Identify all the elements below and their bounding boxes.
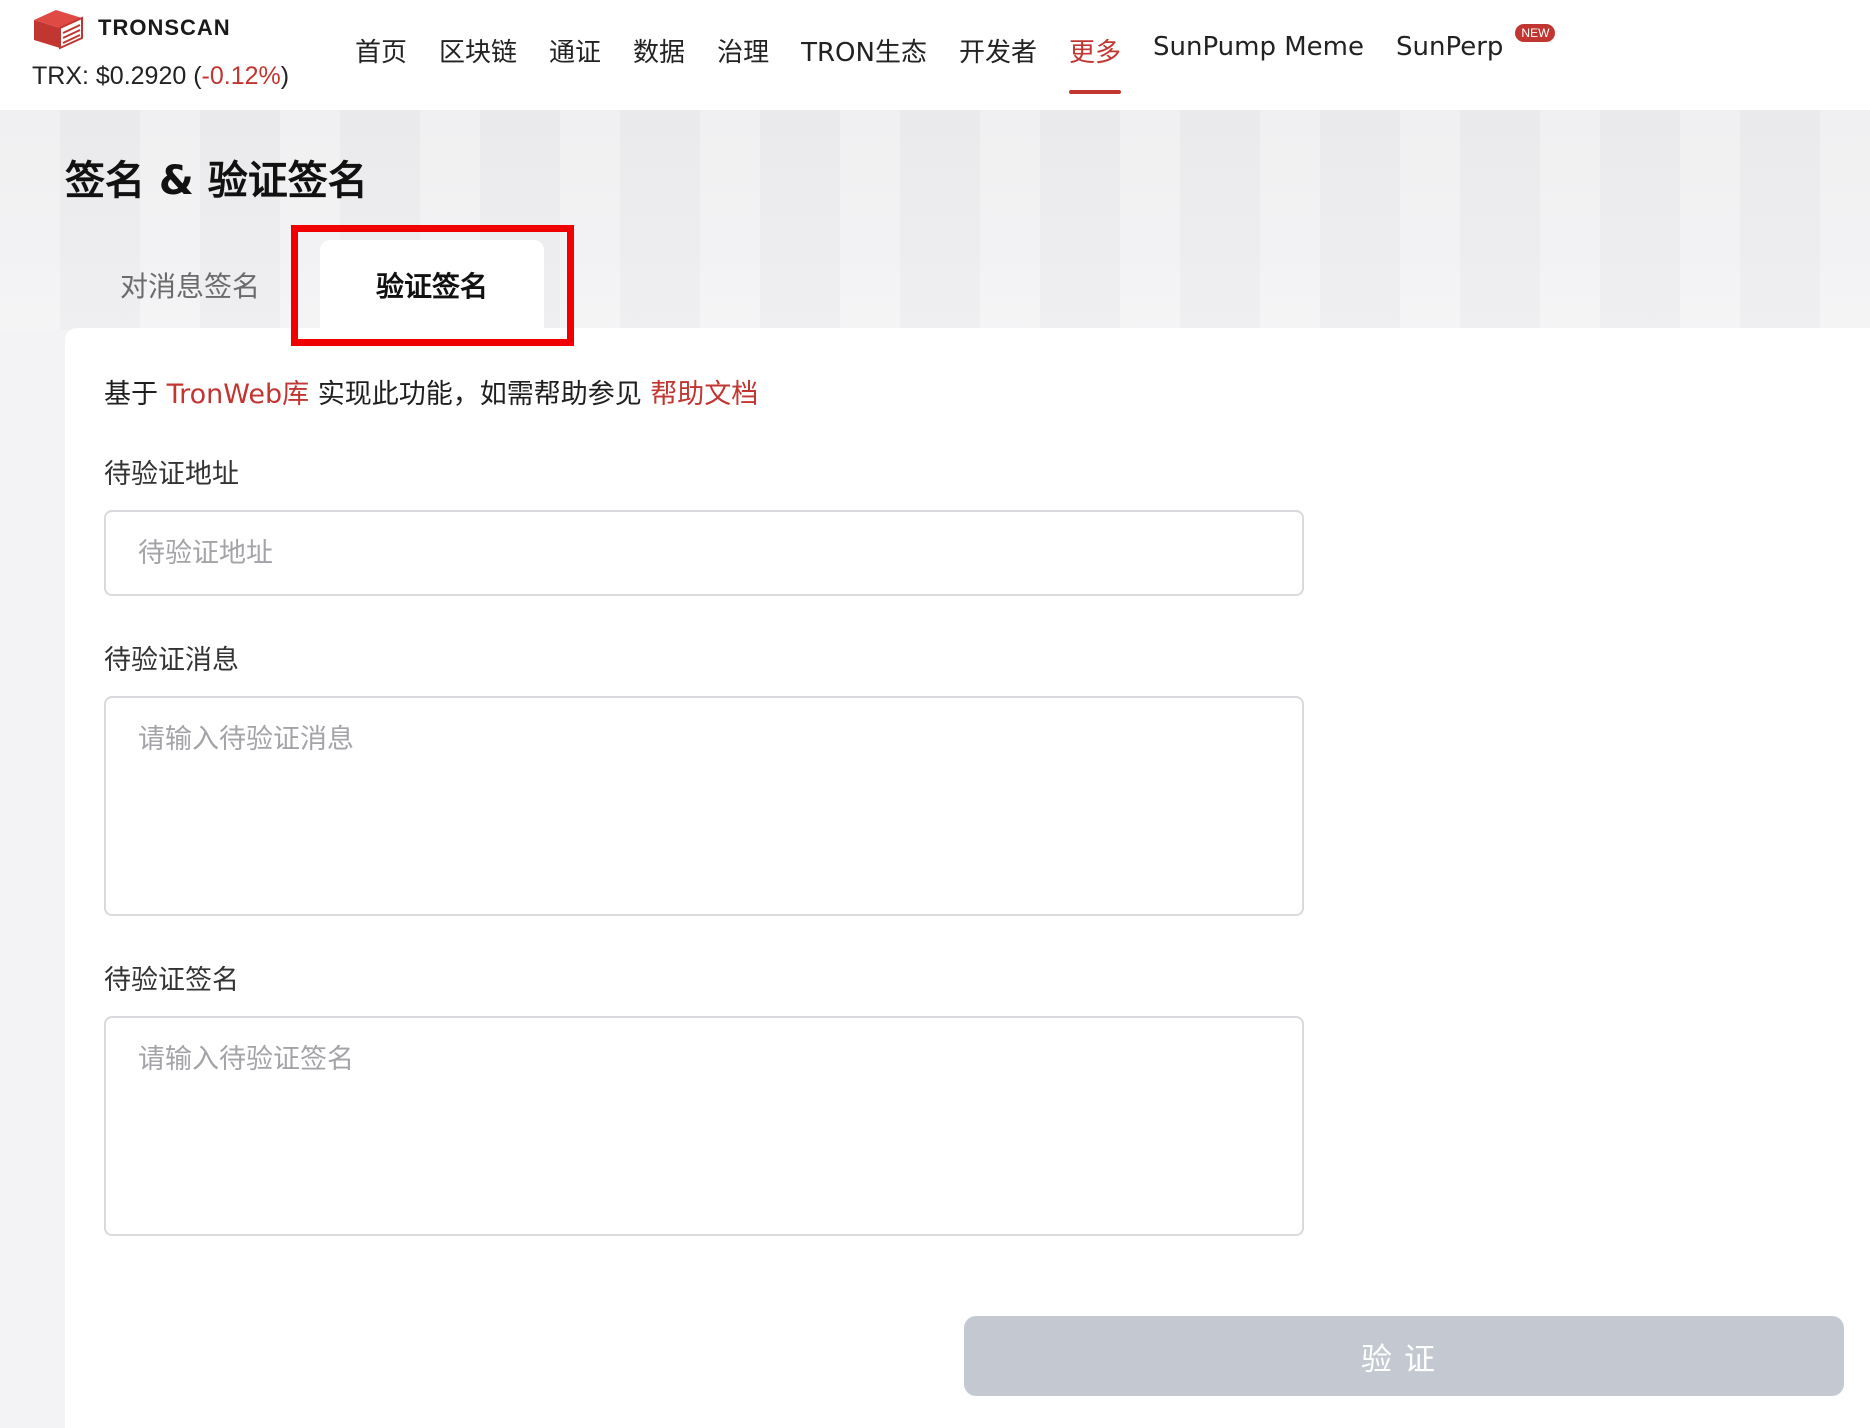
new-badge: NEW [1515, 24, 1556, 42]
tab-sign-message[interactable]: 对消息签名 [90, 240, 290, 330]
nav-item-governance[interactable]: 治理 [701, 24, 785, 69]
tronscan-logo[interactable]: TRONSCAN [30, 6, 231, 50]
intro-text: 基于 TronWeb库 实现此功能，如需帮助参见 帮助文档 [104, 372, 758, 411]
tronscan-cube-icon [34, 10, 83, 50]
nav-item-blockchain[interactable]: 区块链 [423, 24, 533, 69]
signature-textarea[interactable] [104, 1016, 1304, 1236]
price-change: -0.12% [201, 62, 281, 90]
top-header: TRONSCAN TRX: $0.2920 (-0.12%) 首页 区块链 通证… [0, 0, 1870, 110]
verify-button[interactable]: 验证 [964, 1316, 1844, 1396]
address-input[interactable] [104, 510, 1304, 596]
nav-item-data[interactable]: 数据 [617, 24, 701, 69]
nav-item-sunpump-meme[interactable]: SunPump Meme [1137, 24, 1380, 62]
price-value: TRX: $0.2920 ( [32, 62, 202, 90]
message-textarea[interactable] [104, 696, 1304, 916]
help-docs-link[interactable]: 帮助文档 [650, 379, 758, 410]
tab-verify-signature[interactable]: 验证签名 [320, 240, 544, 330]
signature-label: 待验证签名 [104, 965, 239, 996]
intro-middle: 实现此功能，如需帮助参见 [309, 379, 651, 410]
nav-item-tokens[interactable]: 通证 [533, 24, 617, 69]
page-title: 签名 & 验证签名 [65, 158, 368, 204]
address-label: 待验证地址 [104, 459, 239, 490]
nav-item-developers[interactable]: 开发者 [943, 24, 1053, 69]
trx-price: TRX: $0.2920 (-0.12%) [32, 62, 289, 91]
nav-item-tron-ecosystem[interactable]: TRON生态 [785, 24, 943, 69]
message-label: 待验证消息 [104, 645, 239, 676]
main-nav: 首页 区块链 通证 数据 治理 TRON生态 开发者 更多 SunPump Me… [339, 24, 1556, 94]
nav-item-more[interactable]: 更多 [1053, 24, 1137, 94]
nav-item-sunperp-label: SunPerp [1396, 32, 1504, 62]
tronweb-link[interactable]: TronWeb库 [167, 379, 310, 410]
price-suffix: ) [280, 62, 290, 90]
nav-item-home[interactable]: 首页 [339, 24, 423, 69]
nav-item-sunperp[interactable]: SunPerp NEW [1380, 24, 1556, 62]
logo-text: TRONSCAN [98, 15, 231, 40]
intro-prefix: 基于 [104, 379, 167, 410]
